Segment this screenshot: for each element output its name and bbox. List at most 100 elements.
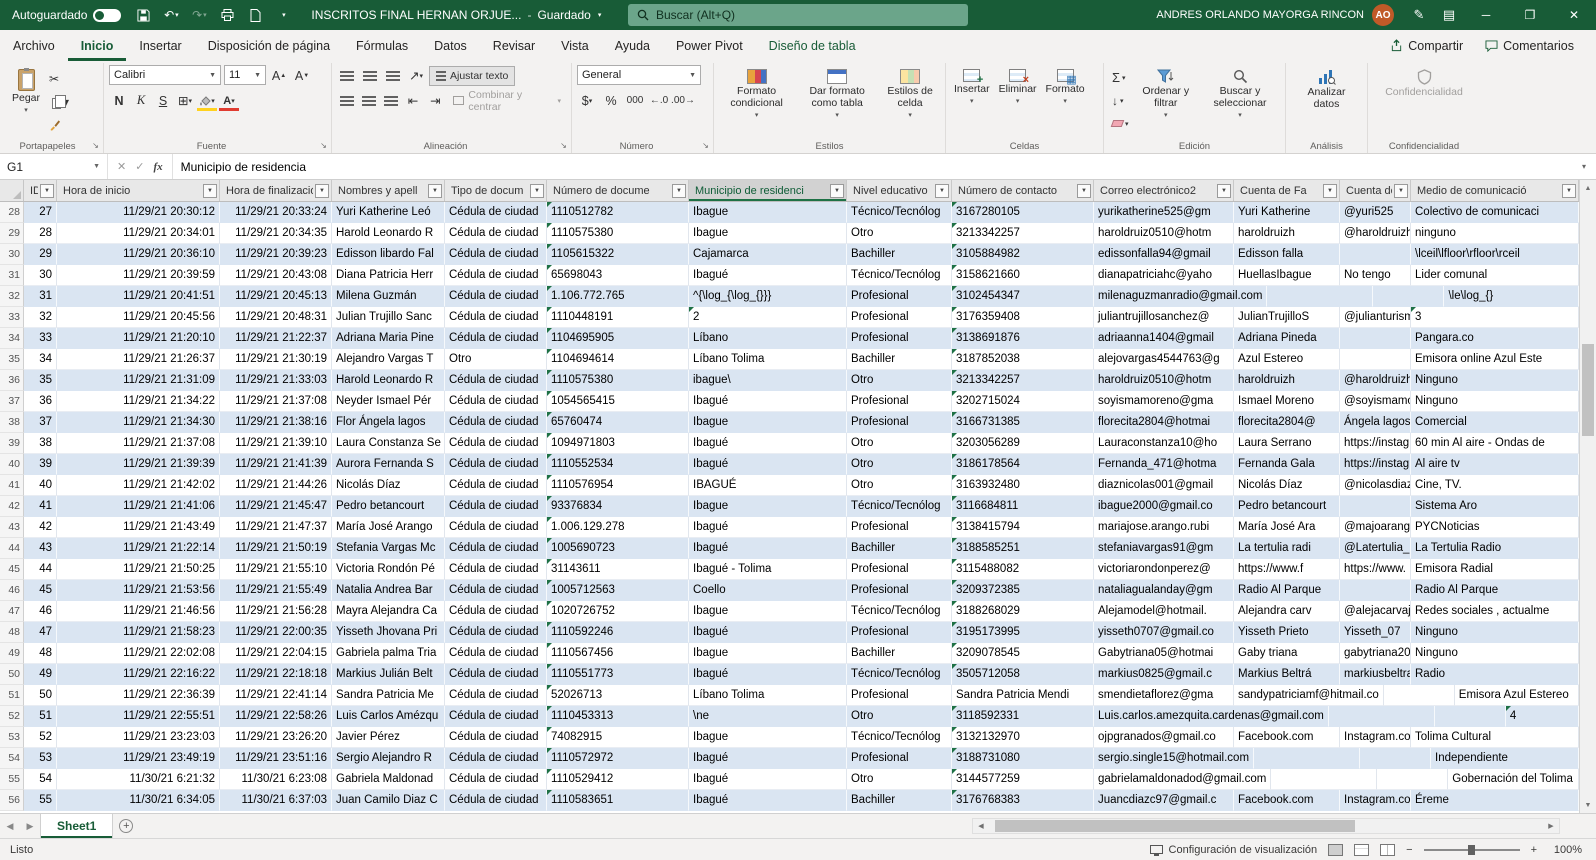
cell[interactable]: Ibagué xyxy=(689,538,847,559)
italic-button[interactable]: K xyxy=(131,90,151,111)
row-number[interactable]: 50 xyxy=(0,664,24,685)
cell[interactable]: Profesional xyxy=(847,412,952,433)
cell[interactable]: 1094971803 xyxy=(547,433,689,454)
column-header-11[interactable]: Cuenta de I▼ xyxy=(1340,180,1411,201)
cell[interactable]: 45 xyxy=(24,580,57,601)
normal-view-button[interactable] xyxy=(1328,844,1343,856)
cell[interactable]: 1054565415 xyxy=(547,391,689,412)
cell[interactable]: 34 xyxy=(24,349,57,370)
cell[interactable]: ^{\log_{\log_{}}} xyxy=(689,286,847,307)
cell[interactable]: adriaanna1404@gmail xyxy=(1094,328,1234,349)
cell[interactable]: 11/29/21 21:30:19 xyxy=(220,349,332,370)
user-name[interactable]: ANDRES ORLANDO MAYORGA RINCON xyxy=(1156,9,1364,21)
tab-disposicion[interactable]: Disposición de página xyxy=(195,30,343,61)
filter-button[interactable]: ▼ xyxy=(935,184,949,198)
tab-formulas[interactable]: Fórmulas xyxy=(343,30,421,61)
cell[interactable]: Coello xyxy=(689,580,847,601)
cell[interactable]: 11/29/21 21:53:56 xyxy=(57,580,220,601)
cell[interactable]: Ibagué xyxy=(689,433,847,454)
autosave-control[interactable]: Autoguardado xyxy=(0,8,129,22)
minimize-button[interactable]: ─ xyxy=(1464,0,1508,30)
cell[interactable]: 11/29/21 20:34:35 xyxy=(220,223,332,244)
print-button[interactable] xyxy=(213,0,241,30)
cell[interactable]: https://www. xyxy=(1340,559,1411,580)
cell[interactable]: Ibagué xyxy=(689,769,847,790)
cell[interactable]: 1110572972 xyxy=(547,748,689,769)
cell[interactable]: Cédula de ciudad xyxy=(445,685,547,706)
cell[interactable]: Flor Ángela lagos xyxy=(332,412,445,433)
cell[interactable]: @soyismamo xyxy=(1340,391,1411,412)
format-cells-button[interactable]: ▦ Formato ▾ xyxy=(1043,65,1088,138)
cell[interactable]: 11/29/21 20:43:08 xyxy=(220,265,332,286)
cell[interactable]: ibague\ xyxy=(689,370,847,391)
cell[interactable]: Otro xyxy=(847,370,952,391)
row-number[interactable]: 36 xyxy=(0,370,24,391)
cell[interactable]: milenaguzmanradio@gmail.com xyxy=(1094,286,1267,307)
cell[interactable]: 4 xyxy=(1506,706,1579,727)
cell[interactable]: 11/29/21 21:45:47 xyxy=(220,496,332,517)
cell[interactable]: Natalia Andrea Bar xyxy=(332,580,445,601)
filter-button[interactable]: ▼ xyxy=(1217,184,1231,198)
cell[interactable]: Otro xyxy=(847,706,952,727)
cell[interactable]: 65698043 xyxy=(547,265,689,286)
cell[interactable]: 11/29/21 20:39:23 xyxy=(220,244,332,265)
cell[interactable]: 11/30/21 6:21:32 xyxy=(57,769,220,790)
cell[interactable]: Otro xyxy=(847,769,952,790)
cell[interactable]: 11/29/21 22:36:39 xyxy=(57,685,220,706)
row-number[interactable]: 55 xyxy=(0,769,24,790)
cell[interactable]: 3176768383 xyxy=(952,790,1094,811)
cell[interactable]: Ibague xyxy=(689,202,847,223)
cell[interactable]: 3115488082 xyxy=(952,559,1094,580)
cell[interactable]: nataliagualanday@gm xyxy=(1094,580,1234,601)
row-number[interactable]: 31 xyxy=(0,265,24,286)
cell[interactable]: Cajamarca xyxy=(689,244,847,265)
column-header-6[interactable]: Municipio de residenci▼ xyxy=(689,180,847,201)
cell[interactable]: 1104694614 xyxy=(547,349,689,370)
cell[interactable]: Ismael Moreno xyxy=(1234,391,1340,412)
avatar[interactable]: AO xyxy=(1372,4,1394,26)
cell[interactable]: Aurora Fernanda S xyxy=(332,454,445,475)
cell[interactable]: 38 xyxy=(24,433,57,454)
cell[interactable]: 3188585251 xyxy=(952,538,1094,559)
decrease-indent-button[interactable]: ⇤ xyxy=(404,90,423,111)
sheet-nav-right-icon[interactable]: ▶ xyxy=(20,814,40,838)
cell[interactable]: victoriarondonperez@ xyxy=(1094,559,1234,580)
cell[interactable]: haroldruizh xyxy=(1234,370,1340,391)
cell[interactable]: 31143611 xyxy=(547,559,689,580)
cell[interactable]: 11/29/21 21:43:49 xyxy=(57,517,220,538)
column-header-10[interactable]: Cuenta de Fa▼ xyxy=(1234,180,1340,201)
cell[interactable]: 11/29/21 23:49:19 xyxy=(57,748,220,769)
cell[interactable]: 11/30/21 6:37:03 xyxy=(220,790,332,811)
cell[interactable]: https://www.f xyxy=(1234,559,1340,580)
insert-cells-button[interactable]: + Insertar ▾ xyxy=(951,65,993,138)
cell[interactable]: Alejandra carv xyxy=(1234,601,1340,622)
scroll-down-icon[interactable]: ▼ xyxy=(1585,797,1592,813)
cell[interactable]: 42 xyxy=(24,517,57,538)
sensitivity-button[interactable]: Confidencialidad xyxy=(1384,65,1464,138)
cell[interactable]: 11/29/21 21:41:06 xyxy=(57,496,220,517)
cell[interactable]: 1005690723 xyxy=(547,538,689,559)
cell[interactable]: Otro xyxy=(847,454,952,475)
cell[interactable]: Adriana Pineda xyxy=(1234,328,1340,349)
tab-revisar[interactable]: Revisar xyxy=(480,30,548,61)
row-number[interactable]: 28 xyxy=(0,202,24,223)
align-top-button[interactable] xyxy=(337,65,357,86)
comma-format-button[interactable]: 000 xyxy=(625,90,645,111)
cell[interactable]: Cédula de ciudad xyxy=(445,475,547,496)
cell[interactable]: 3166731385 xyxy=(952,412,1094,433)
cell[interactable]: 11/29/21 21:26:37 xyxy=(57,349,220,370)
cell[interactable]: 1.006.129.278 xyxy=(547,517,689,538)
cancel-icon[interactable]: ✕ xyxy=(117,160,126,173)
cell[interactable]: 32 xyxy=(24,307,57,328)
cell[interactable]: Neyder Ismael Pér xyxy=(332,391,445,412)
cell[interactable]: 43 xyxy=(24,538,57,559)
currency-format-button[interactable]: $▾ xyxy=(577,90,597,111)
cell[interactable]: 3505712058 xyxy=(952,664,1094,685)
cell[interactable]: 40 xyxy=(24,475,57,496)
cell[interactable]: \lceil\lfloor\rfloor\rceil xyxy=(1411,244,1579,265)
cell[interactable]: Ibagué xyxy=(689,622,847,643)
row-number[interactable]: 56 xyxy=(0,790,24,811)
tab-vista[interactable]: Vista xyxy=(548,30,602,61)
cell[interactable]: 33 xyxy=(24,328,57,349)
close-button[interactable]: ✕ xyxy=(1552,0,1596,30)
